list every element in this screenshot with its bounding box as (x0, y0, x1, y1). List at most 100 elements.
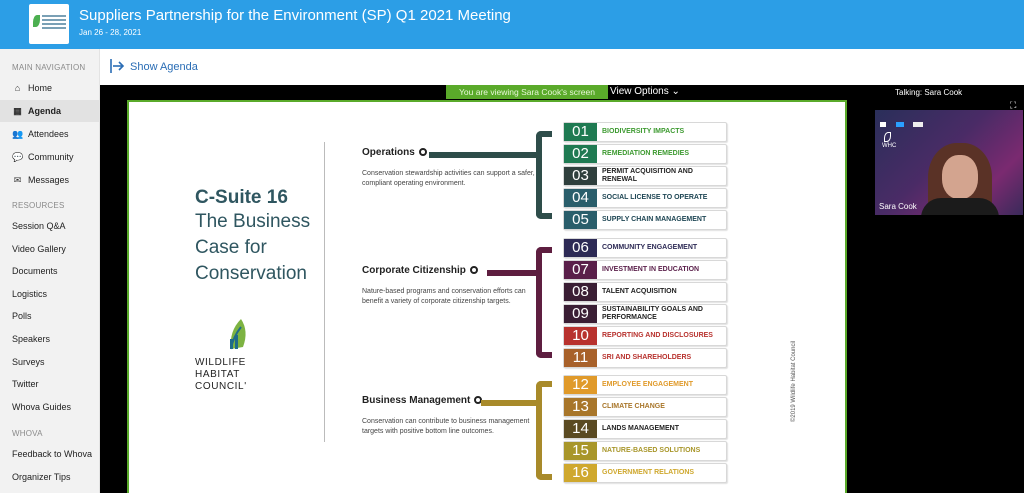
slide-item-06: 06 COMMUNITY ENGAGEMENT (563, 238, 727, 258)
group-title-text: Corporate Citizenship (362, 265, 466, 276)
group-title-text: Operations (362, 147, 415, 158)
slide-item-16: 16 GOVERNMENT RELATIONS (563, 463, 727, 483)
slide-item-11: 11 SRI AND SHAREHOLDERS (563, 348, 727, 368)
slide-item-number: 11 (564, 349, 597, 367)
sidebar-item-polls[interactable]: Polls (0, 305, 99, 327)
slide-item-label: SUPPLY CHAIN MANAGEMENT (602, 216, 707, 223)
bracket-operations (536, 131, 552, 219)
slide-item-07: 07 INVESTMENT IN EDUCATION (563, 260, 727, 280)
connector-citizenship (487, 270, 536, 276)
slide-item-08: 08 TALENT ACQUISITION (563, 282, 727, 302)
slide-item-number: 10 (564, 327, 597, 345)
connector-dot (469, 266, 478, 275)
sidebar-item-label: Home (28, 83, 53, 93)
event-date: Jan 26 - 28, 2021 (79, 28, 142, 37)
slide-divider (324, 142, 325, 442)
slide-item-number: 05 (564, 211, 597, 229)
connector-operations (429, 152, 536, 158)
slide-item-05: 05 SUPPLY CHAIN MANAGEMENT (563, 210, 727, 230)
sidebar-item-messages[interactable]: ✉ Messages (0, 169, 99, 191)
whc-leaf-icon (884, 132, 891, 142)
slide-item-number: 02 (564, 145, 597, 163)
slide-item-number: 08 (564, 283, 597, 301)
group-desc-business: Conservation can contribute to business … (362, 418, 530, 435)
speaker-face (942, 155, 978, 199)
sidebar-item-attendees[interactable]: 👥 Attendees (0, 123, 99, 145)
home-icon: ⌂ (14, 83, 21, 93)
slide-item-label: BIODIVERSITY IMPACTS (602, 128, 685, 135)
sidebar-item-home[interactable]: ⌂ Home (0, 77, 99, 99)
sidebar-item-organizer-tips[interactable]: Organizer Tips (0, 466, 99, 488)
show-agenda-link[interactable]: Show Agenda (130, 61, 198, 73)
logo-wordmark (42, 15, 66, 31)
sidebar-item-surveys[interactable]: Surveys (0, 351, 99, 373)
leaf-icon (33, 15, 40, 27)
sidebar: MAIN NAVIGATION ⌂ Home ▦ Agenda 👥 Attendees 💬 C… (0, 49, 100, 493)
connector-dot (418, 148, 427, 157)
slide-item-label: INVESTMENT IN EDUCATION (602, 266, 700, 273)
whc-leaf-icon (230, 319, 246, 350)
sidebar-item-logistics[interactable]: Logistics (0, 283, 99, 305)
slide-item-12: 12 EMPLOYEE ENGAGEMENT (563, 375, 727, 395)
video-bar (913, 122, 923, 127)
event-logo[interactable] (29, 4, 69, 44)
speaker-body (921, 198, 999, 215)
slide-item-01: 01 BIODIVERSITY IMPACTS (563, 122, 727, 142)
sidebar-item-twitter[interactable]: Twitter (0, 373, 99, 395)
sidebar-item-label: Community (28, 152, 74, 162)
whc-wordmark-line: COUNCIL' (195, 381, 247, 392)
sidebar-item-video-gallery[interactable]: Video Gallery (0, 238, 99, 260)
connector-business (481, 400, 536, 406)
view-options-dropdown[interactable]: View Options ⌄ (610, 86, 680, 97)
video-bar (880, 122, 886, 127)
slide-item-label: REPORTING AND DISCLOSURES (602, 332, 713, 339)
sidebar-item-whova-guides[interactable]: Whova Guides (0, 396, 99, 418)
sidebar-item-speakers[interactable]: Speakers (0, 328, 99, 350)
slide-item-number: 01 (564, 123, 597, 141)
talking-indicator: Talking: Sara Cook (895, 88, 963, 97)
slide-item-number: 16 (564, 464, 597, 482)
speaker-video[interactable]: WHC Sara Cook (875, 110, 1023, 215)
group-title-business: Business Management (362, 395, 483, 406)
sidebar-item-label: Attendees (28, 129, 69, 139)
calendar-icon: ▦ (13, 105, 22, 116)
bracket-business (536, 381, 552, 480)
group-title-operations: Operations (362, 147, 427, 158)
slide-item-15: 15 NATURE-BASED SOLUTIONS (563, 441, 727, 461)
sidebar-item-documents[interactable]: Documents (0, 260, 99, 282)
slide-item-number: 03 (564, 167, 597, 185)
group-title-text: Business Management (362, 395, 471, 406)
slide-item-number: 06 (564, 239, 597, 257)
slide-item-10: 10 REPORTING AND DISCLOSURES (563, 326, 727, 346)
section-label-whova: WHOVA (12, 429, 43, 438)
slide-item-04: 04 SOCIAL LICENSE TO OPERATE (563, 188, 727, 208)
sidebar-item-agenda[interactable]: ▦ Agenda (0, 100, 99, 122)
agenda-toolbar: Show Agenda (100, 49, 1024, 85)
viewing-screen-banner: You are viewing Sara Cook's screen (446, 85, 608, 99)
slide-item-label: LANDS MANAGEMENT (602, 425, 679, 432)
slide-item-label: SUSTAINABILITY GOALS AND PERFORMANCE (602, 306, 703, 321)
group-desc-citizenship: Nature-based programs and conservation e… (362, 288, 526, 305)
slide-item-number: 14 (564, 420, 597, 438)
sidebar-item-label: Messages (28, 175, 70, 185)
section-label-main: MAIN NAVIGATION (12, 63, 86, 72)
shared-slide: C-Suite 16 The Business Case for Conserv… (127, 100, 847, 493)
speaker-name-label: Sara Cook (879, 202, 917, 211)
group-title-citizenship: Corporate Citizenship (362, 265, 478, 276)
slide-item-03: 03 PERMIT ACQUISITION AND RENEWAL (563, 166, 727, 186)
slide-copyright: ©2019 Wildlife Habitat Council (791, 340, 797, 422)
slide-subtitle: The Business Case for Conservation (195, 211, 311, 284)
whc-wordmark: WILDLIFE HABITAT COUNCIL' (195, 357, 247, 393)
slide-item-label: TALENT ACQUISITION (602, 288, 677, 295)
slide-item-number: 12 (564, 376, 597, 394)
slide-item-number: 13 (564, 398, 597, 416)
sidebar-item-community[interactable]: 💬 Community (0, 146, 99, 168)
slide-item-number: 09 (564, 305, 597, 323)
slide-item-label: PERMIT ACQUISITION AND RENEWAL (602, 168, 693, 183)
sidebar-item-feedback-to-whova[interactable]: Feedback to Whova (0, 443, 99, 465)
slide-item-label: CLIMATE CHANGE (602, 403, 665, 410)
expand-agenda-icon[interactable] (109, 58, 125, 74)
slide-item-label: NATURE-BASED SOLUTIONS (602, 447, 701, 454)
slide-item-label: SRI AND SHAREHOLDERS (602, 354, 692, 361)
sidebar-item-session-q-a[interactable]: Session Q&A (0, 215, 99, 237)
